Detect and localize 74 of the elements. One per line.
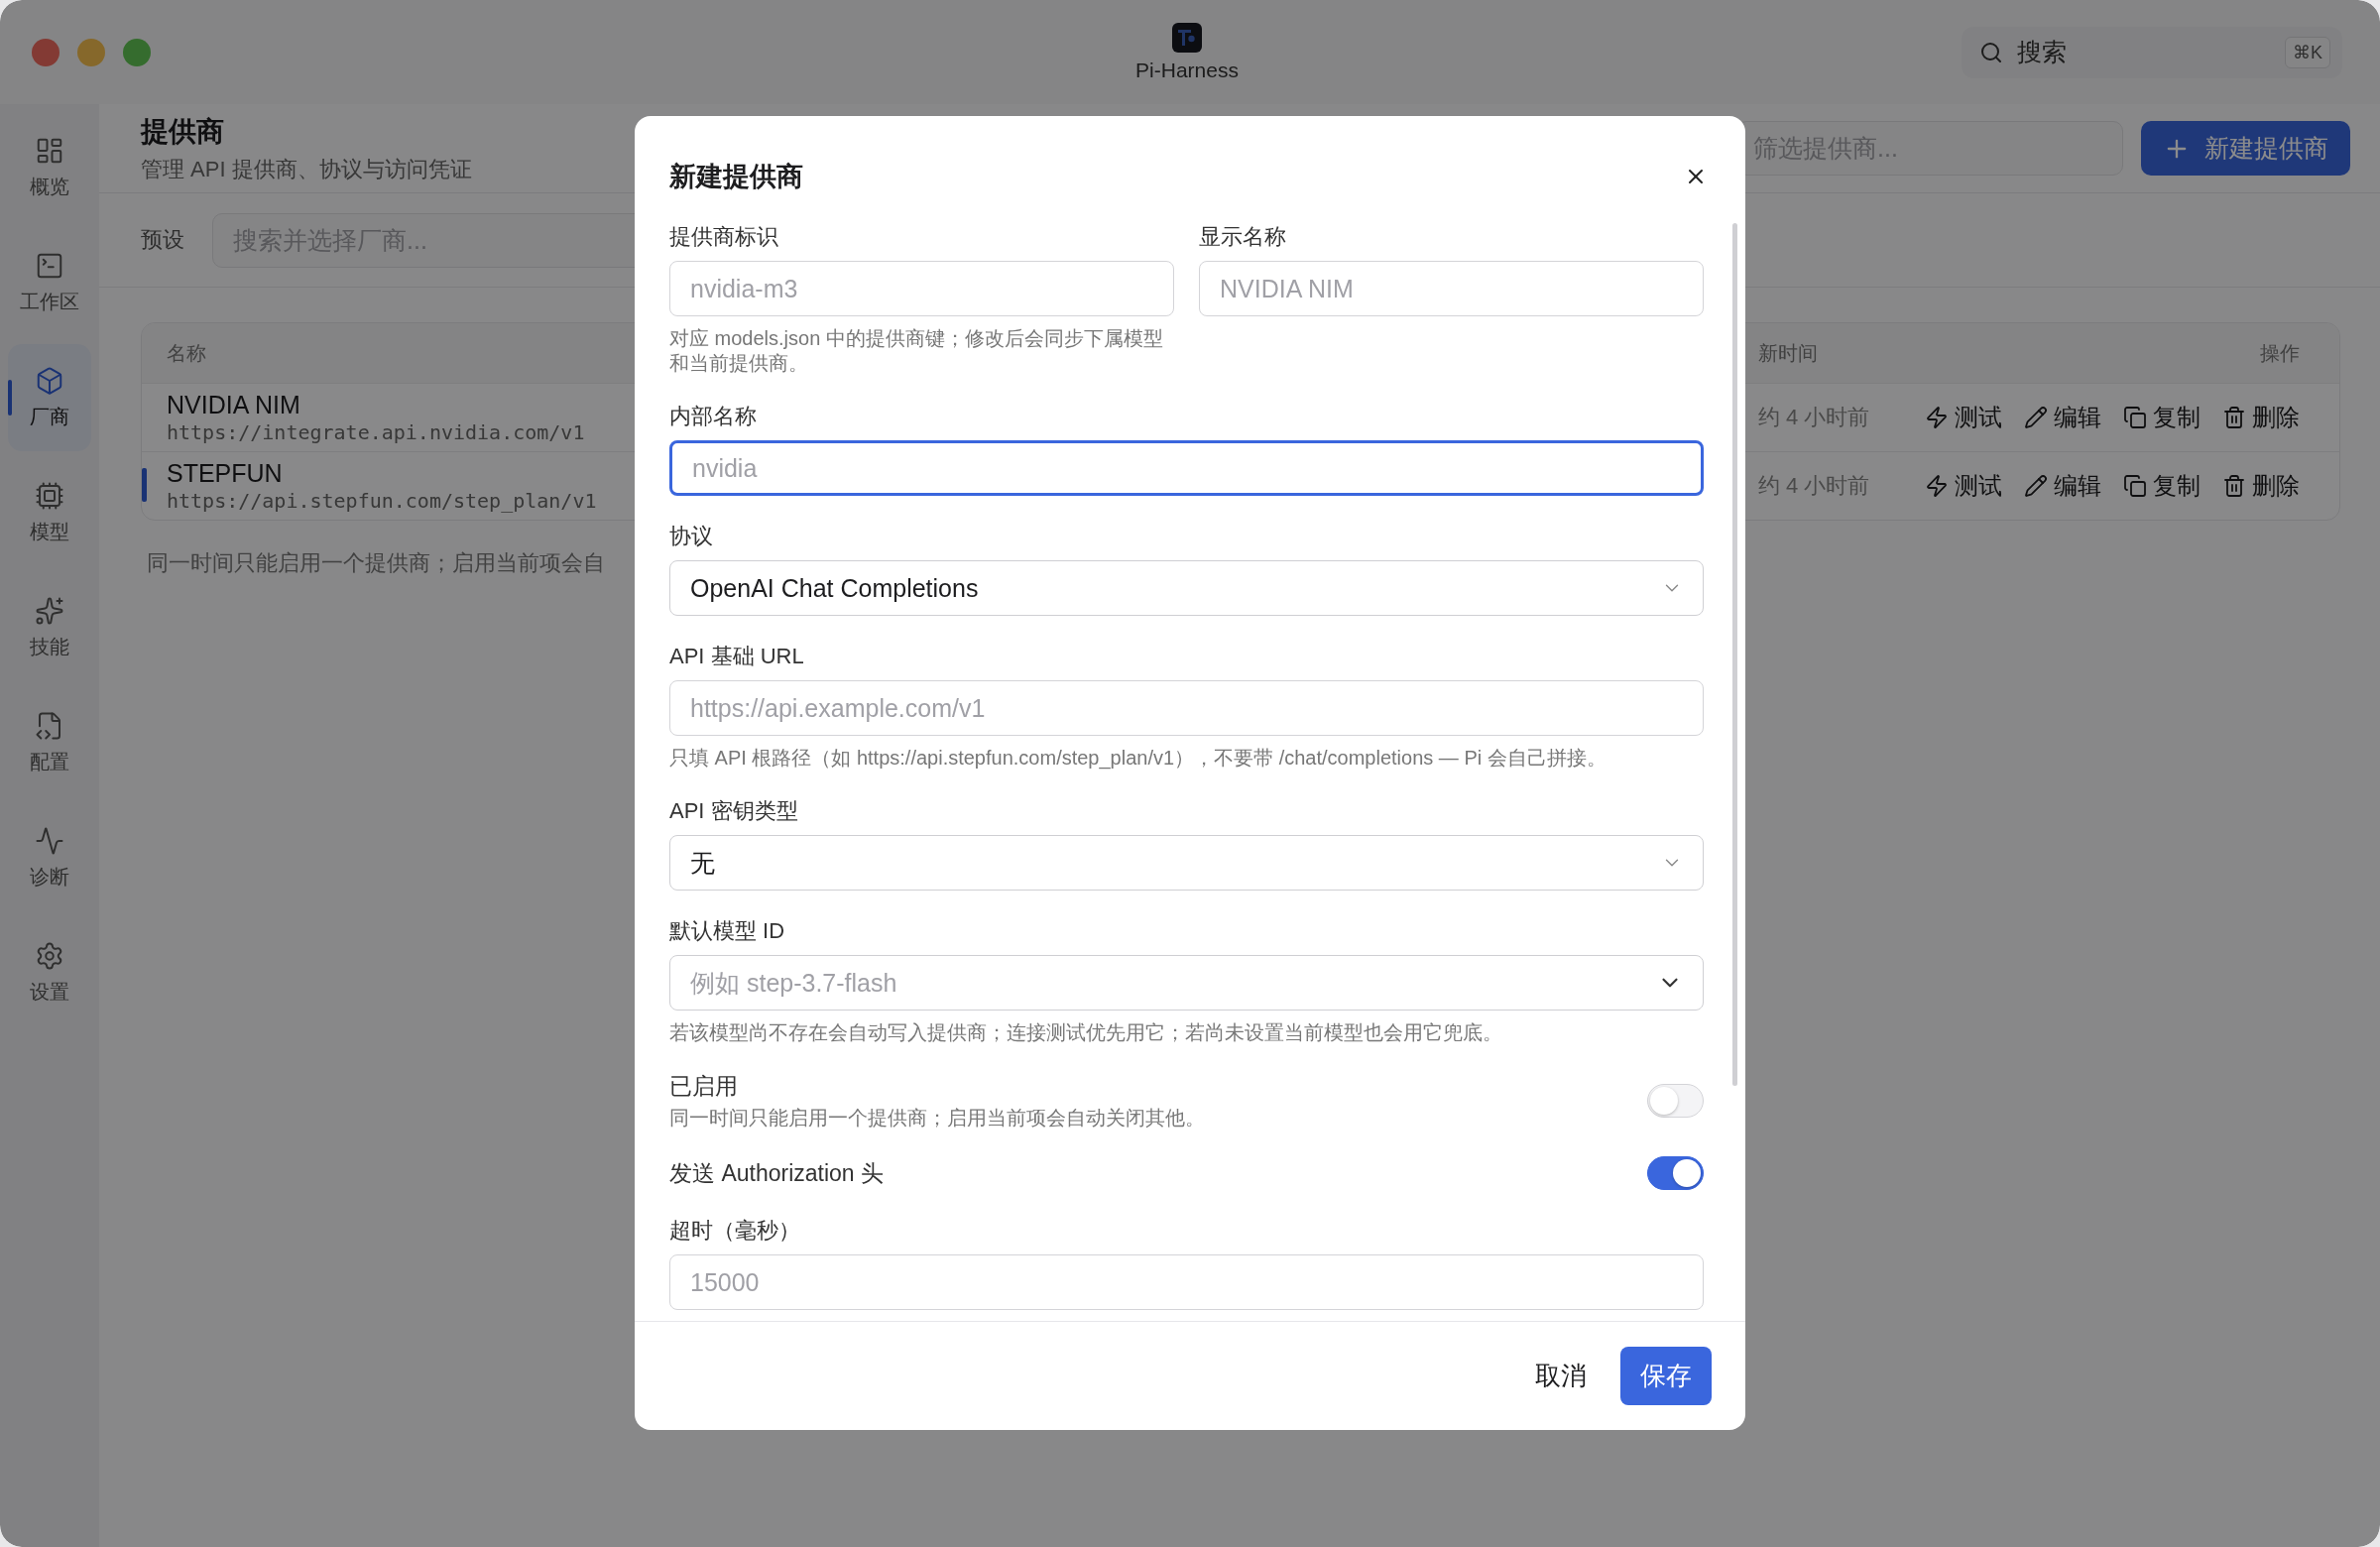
- search-field[interactable]: 搜索 ⌘K: [1962, 26, 2342, 78]
- settings-icon: [35, 940, 64, 971]
- field-label: 内部名称: [669, 403, 758, 430]
- copy-button[interactable]: 复制: [2123, 470, 2201, 502]
- updated-time: 约 4 小时前: [1758, 404, 1870, 431]
- toggle-label: 发送 Authorization 头: [669, 1159, 885, 1188]
- copy-button[interactable]: 复制: [2123, 402, 2201, 433]
- delete-button[interactable]: 删除: [2222, 402, 2300, 433]
- sidebar-item[interactable]: 模型: [8, 459, 91, 566]
- toggle-description: 同一时间只能启用一个提供商；启用当前项会自动关闭其他。: [669, 1106, 1205, 1130]
- dropdown-field[interactable]: OpenAI Chat Completions: [669, 560, 1704, 616]
- field-label: API 基础 URL: [669, 643, 805, 670]
- updated-time: 约 4 小时前: [1758, 472, 1870, 500]
- test-button[interactable]: 测试: [1925, 470, 2002, 502]
- scrollbar-thumb[interactable]: [1732, 223, 1737, 1086]
- field-label: 提供商标识: [669, 223, 779, 251]
- field-label: 默认模型 ID: [669, 917, 786, 945]
- field-hint: 只填 API 根路径（如 https://api.stepfun.com/step_plan/v1），不要带 /chat/completions — Pi 会自己拼接。: [669, 746, 1607, 771]
- provider-url: https://api.stepfun.com/step_plan/v1: [167, 488, 597, 514]
- toggle-switch[interactable]: [1647, 1156, 1704, 1190]
- shortcut-badge: ⌘K: [2285, 36, 2330, 68]
- trash-icon: [2222, 406, 2246, 429]
- close-window-button[interactable]: [32, 38, 60, 66]
- column-header: 名称: [167, 340, 206, 366]
- sidebar-item[interactable]: 设置: [8, 919, 91, 1026]
- edit-button[interactable]: 编辑: [2024, 470, 2101, 502]
- window-title: Pi-Harness: [1135, 58, 1239, 82]
- lightning-icon: [1925, 474, 1949, 498]
- preset-label: 预设: [141, 226, 184, 254]
- field-label: 显示名称: [1199, 223, 1287, 251]
- cube-icon: [35, 365, 64, 396]
- lightning-icon: [1925, 406, 1949, 429]
- new-provider-button[interactable]: 新建提供商: [2141, 121, 2350, 176]
- cancel-button[interactable]: 取消: [1525, 1345, 1597, 1407]
- provider-name: NVIDIA NIM: [167, 390, 300, 419]
- zoom-window-button[interactable]: [123, 38, 151, 66]
- note-text: 同一时间只能启用一个提供商；启用当前项会自: [147, 549, 606, 577]
- field-label: API 密钥类型: [669, 797, 799, 825]
- column-header: 操作: [2260, 340, 2300, 366]
- page-title: 提供商: [141, 114, 225, 149]
- provider-url: https://integrate.api.nvidia.com/v1: [167, 419, 585, 445]
- field-hint: 对应 models.json 中的提供商键；修改后会同步下属模型和当前提供商。: [669, 326, 1164, 376]
- field-label: 超时（毫秒）: [669, 1217, 801, 1245]
- sparkle-icon: [35, 595, 64, 626]
- sidebar-item[interactable]: 技能: [8, 574, 91, 681]
- search-icon: [1979, 40, 2003, 64]
- chip-icon: [35, 480, 64, 511]
- field-hint: 若该模型尚不存在会自动写入提供商；连接测试优先用它；若尚未设置当前模型也会用它兜底。: [669, 1020, 1503, 1045]
- sidebar-item[interactable]: 配置: [8, 689, 91, 796]
- input-field[interactable]: nvidia: [669, 440, 1704, 496]
- pencil-icon: [2024, 474, 2048, 498]
- dropdown-field[interactable]: 无: [669, 835, 1704, 891]
- app-logo-icon: [1172, 22, 1202, 53]
- column-header: 新时间: [1758, 340, 1818, 366]
- combobox-field[interactable]: 例如 step-3.7-flash: [669, 955, 1704, 1011]
- provider-name: STEPFUN: [167, 458, 283, 488]
- edit-button[interactable]: 编辑: [2024, 402, 2101, 433]
- minimize-window-button[interactable]: [77, 38, 105, 66]
- sidebar-item[interactable]: 厂商: [8, 344, 91, 451]
- pulse-icon: [35, 825, 64, 856]
- copy-icon: [2123, 474, 2147, 498]
- pencil-icon: [2024, 406, 2048, 429]
- field-label: 协议: [669, 523, 714, 550]
- test-button[interactable]: 测试: [1925, 402, 2002, 433]
- dialog-title: 新建提供商: [669, 161, 803, 193]
- toggle-label: 已启用: [669, 1072, 739, 1101]
- sidebar-item[interactable]: 概览: [8, 114, 91, 221]
- page-subtitle: 管理 API 提供商、协议与访问凭证: [141, 155, 472, 183]
- copy-icon: [2123, 406, 2147, 429]
- delete-button[interactable]: 删除: [2222, 470, 2300, 502]
- sidebar-item[interactable]: 工作区: [8, 229, 91, 336]
- save-button[interactable]: 保存: [1620, 1347, 1712, 1405]
- sidebar-item[interactable]: 诊断: [8, 804, 91, 911]
- trash-icon: [2222, 474, 2246, 498]
